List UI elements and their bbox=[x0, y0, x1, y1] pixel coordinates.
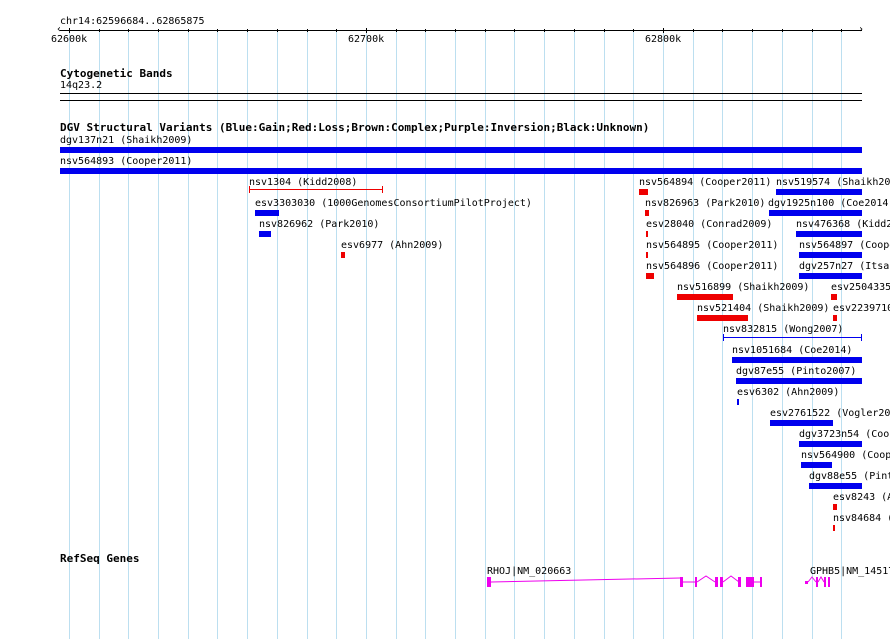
gene-models-svg bbox=[487, 575, 830, 587]
gene-model-rhoj[interactable] bbox=[487, 575, 762, 587]
genome-browser-view: chr14:62596684..62865875 ‹ › 62600k 62700… bbox=[0, 0, 890, 639]
gene-model-gphb5[interactable] bbox=[805, 576, 830, 587]
